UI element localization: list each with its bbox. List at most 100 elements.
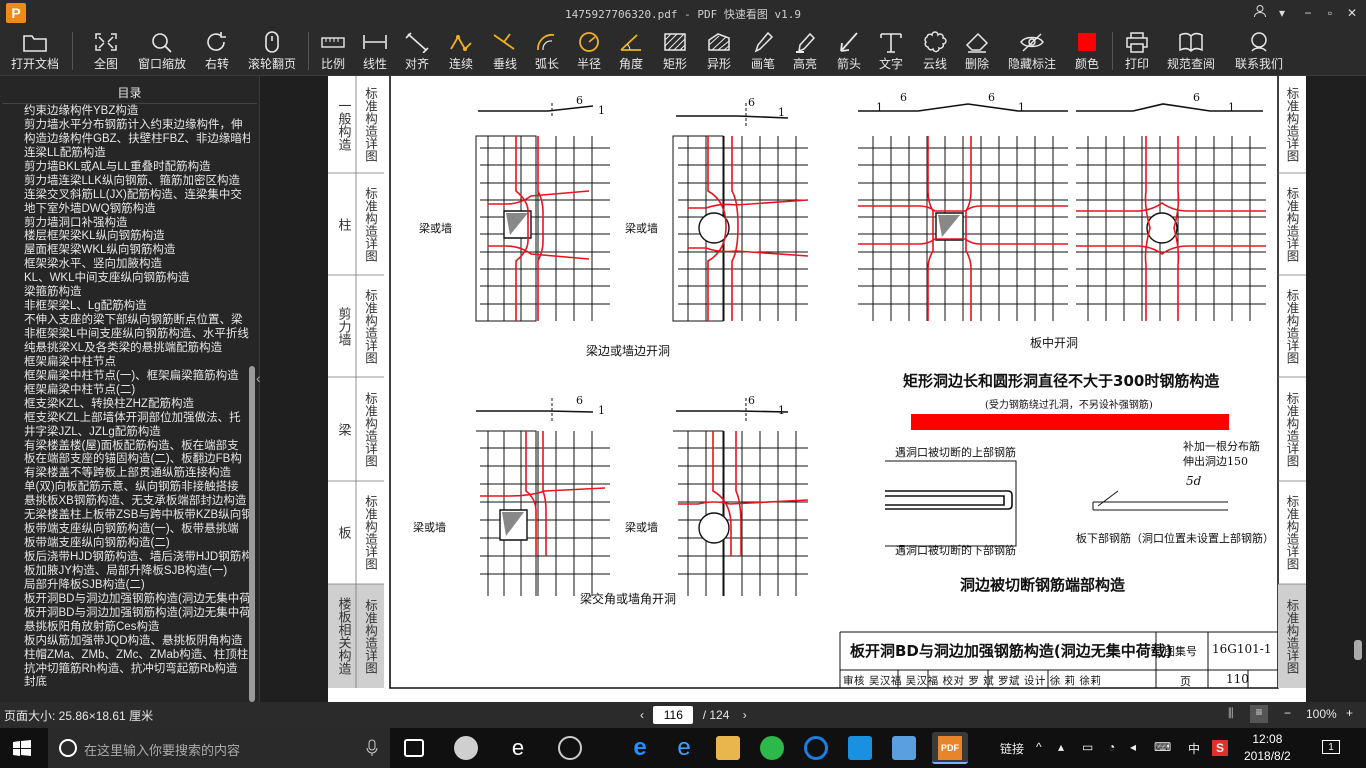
toc-item[interactable]: 井字梁JZL、JZLg配筋构造: [24, 425, 250, 439]
toc-item[interactable]: 悬挑板XB钢筋构造、无支承板端部封边构造: [24, 494, 250, 508]
arc-length-button[interactable]: 弧长: [530, 28, 564, 74]
toc-item[interactable]: 抗冲切箍筋Rh构造、抗冲切弯起筋Rb构造: [24, 662, 250, 676]
rotate-right-button[interactable]: 右转: [196, 28, 238, 74]
sogou-ime-icon[interactable]: S: [1212, 740, 1228, 756]
left-tab-main-label[interactable]: 楼板相关构造: [330, 584, 356, 688]
wifi-icon[interactable]: ◔: [1108, 740, 1115, 754]
browser-360-icon[interactable]: [760, 736, 784, 760]
restore-button[interactable]: ▫: [1320, 4, 1340, 22]
toc-item[interactable]: 局部升降板SJB构造(二): [24, 578, 250, 592]
toc-item[interactable]: 悬挑板阳角放射筋Ces构造: [24, 620, 250, 634]
toc-item[interactable]: 框架梁水平、竖向加腋构造: [24, 257, 250, 271]
edge-icon[interactable]: e: [628, 736, 652, 760]
toc-item[interactable]: 板带端支座纵向钢筋构造(一)、板带悬挑端: [24, 522, 250, 536]
left-tab-main-label[interactable]: 板: [330, 481, 356, 584]
zoom-out-icon[interactable]: −: [1284, 706, 1291, 720]
zoom-in-icon[interactable]: +: [1346, 706, 1353, 720]
toc-item[interactable]: 剪力墙BKL或AL与LL重叠时配筋构造: [24, 160, 250, 174]
toc-item[interactable]: 无梁楼盖柱上板带ZSB与跨中板带KZB纵向钢: [24, 508, 250, 522]
toc-item[interactable]: 不伸入支座的梁下部纵向钢筋断点位置、梁: [24, 313, 250, 327]
ie-edge-legacy-icon[interactable]: e: [506, 736, 530, 760]
user-icon[interactable]: [1250, 4, 1270, 22]
toc-item[interactable]: 板带端支座纵向钢筋构造(二): [24, 536, 250, 550]
toc-item[interactable]: 框支梁KZL上部墙体开洞部位加强做法、托: [24, 411, 250, 425]
action-center-icon[interactable]: 1: [1322, 740, 1340, 754]
toc-item[interactable]: 连梁交叉斜筋LL(JX)配筋构造、连梁集中交: [24, 188, 250, 202]
minimize-button[interactable]: −: [1298, 4, 1318, 22]
toc-item[interactable]: 连梁LL配筋构造: [24, 146, 250, 160]
delete-button[interactable]: 删除: [960, 28, 994, 74]
right-tab-label[interactable]: 标准构造详图: [1278, 173, 1306, 275]
toc-item[interactable]: 板开洞BD与洞边加强钢筋构造(洞边无集中荷: [24, 606, 250, 620]
toc-item[interactable]: 板在端部支座的锚固构造(二)、板翻边FB构: [24, 452, 250, 466]
highlight-button[interactable]: 高亮: [788, 28, 822, 74]
toc-item[interactable]: 板开洞BD与洞边加强钢筋构造(洞边无集中荷: [24, 592, 250, 606]
contact-us-button[interactable]: 联系我们: [1232, 28, 1286, 74]
keyboard-icon[interactable]: ⌨: [1154, 740, 1171, 754]
start-button[interactable]: [13, 740, 31, 756]
fit-all-button[interactable]: 全图: [86, 28, 126, 74]
volume-icon[interactable]: ◂: [1130, 740, 1136, 754]
single-page-view-icon[interactable]: ⫼: [1228, 706, 1234, 721]
toc-item[interactable]: 剪力墙连梁LLK纵向钢筋、箍筋加密区构造: [24, 174, 250, 188]
continuous-view-icon[interactable]: ≡: [1250, 705, 1268, 723]
toc-item[interactable]: 非框架梁L、Lg配筋构造: [24, 299, 250, 313]
toc-item[interactable]: 单(双)向板配筋示意、纵向钢筋非接触搭接: [24, 480, 250, 494]
next-page-icon[interactable]: ›: [743, 708, 747, 722]
prev-page-icon[interactable]: ‹: [640, 708, 644, 722]
toc-item[interactable]: 剪力墙洞口补强构造: [24, 216, 250, 230]
left-tab-main-label[interactable]: 一般构造: [330, 76, 356, 173]
rectangle-button[interactable]: 矩形: [658, 28, 692, 74]
toc-item[interactable]: 框架扁梁中柱节点: [24, 355, 250, 369]
toc-item[interactable]: 约束边缘构件YBZ构造: [24, 104, 250, 118]
page-number-input[interactable]: 116: [653, 706, 694, 724]
toc-item[interactable]: 有梁楼盖不等跨板上部贯通纵筋连接构造: [24, 466, 250, 480]
right-tab-label[interactable]: 标准构造详图: [1278, 481, 1306, 584]
open-document-button[interactable]: 打开文档: [6, 28, 64, 74]
align-measure-button[interactable]: 对齐: [400, 28, 434, 74]
right-tab-label[interactable]: 标准构造详图: [1278, 584, 1306, 688]
right-tab-label[interactable]: 标准构造详图: [1278, 275, 1306, 377]
angle-button[interactable]: 角度: [614, 28, 648, 74]
text-button[interactable]: 文字: [874, 28, 908, 74]
notification-bell-icon[interactable]: ▴: [1058, 740, 1064, 754]
window-zoom-button[interactable]: 窗口缩放: [134, 28, 190, 74]
document-viewer[interactable]: 一般构造 标准构造详图柱标准构造详图 剪力墙 标准构造详图梁标准构造详图板标准构造详图…: [261, 76, 1366, 702]
toc-item[interactable]: 剪力墙水平分布钢筋计入约束边缘构件，伸: [24, 118, 250, 132]
right-tab-label[interactable]: 标准构造详图: [1278, 76, 1306, 173]
pen-button[interactable]: 画笔: [746, 28, 780, 74]
arrow-button[interactable]: 箭头: [832, 28, 866, 74]
toc-item[interactable]: 非框架梁L中间支座纵向钢筋构造、水平折线: [24, 327, 250, 341]
toc-item[interactable]: 楼层框架梁KL纵向钢筋构造: [24, 229, 250, 243]
task-view-icon[interactable]: [404, 739, 424, 757]
print-button[interactable]: 打印: [1120, 28, 1154, 74]
toc-item[interactable]: 构造边缘构件GBZ、扶壁柱FBZ、非边缘暗柱: [24, 132, 250, 146]
link-label[interactable]: 链接: [1000, 740, 1024, 757]
pdf-viewer-taskbar-icon[interactable]: PDF: [932, 732, 968, 764]
left-tab-main-label[interactable]: 梁: [330, 377, 356, 481]
hide-annotation-button[interactable]: 隐藏标注: [1006, 28, 1058, 74]
toc-item[interactable]: 梁箍筋构造: [24, 285, 250, 299]
battery-icon[interactable]: ▭: [1082, 740, 1093, 754]
spec-lookup-button[interactable]: 规范查阅: [1164, 28, 1218, 74]
scale-button[interactable]: 比例: [316, 28, 350, 74]
toc-item[interactable]: 地下室外墙DWQ钢筋构造: [24, 202, 250, 216]
app-pinwheel-icon[interactable]: [454, 736, 478, 760]
wheel-paging-button[interactable]: 滚轮翻页: [244, 28, 300, 74]
sogou-browser-icon[interactable]: [804, 736, 828, 760]
polygon-button[interactable]: 异形: [702, 28, 736, 74]
toc-item[interactable]: KL、WKL中间支座纵向钢筋构造: [24, 271, 250, 285]
right-tab-label[interactable]: 标准构造详图: [1278, 377, 1306, 481]
left-tab-main-label[interactable]: 柱: [330, 173, 356, 275]
toc-item[interactable]: 有梁楼盖楼(屋)面板配筋构造、板在端部支: [24, 439, 250, 453]
toc-item[interactable]: 柱帽ZMa、ZMb、ZMc、ZMab构造、柱顶柱帽: [24, 648, 250, 662]
perpendicular-button[interactable]: 垂线: [488, 28, 522, 74]
toc-item[interactable]: 屋面框架梁WKL纵向钢筋构造: [24, 243, 250, 257]
app-spiral-icon[interactable]: [558, 736, 582, 760]
ime-indicator[interactable]: 中: [1188, 740, 1200, 757]
toc-item[interactable]: 板内纵筋加强带JQD构造、悬挑板阴角构造: [24, 634, 250, 648]
linear-measure-button[interactable]: 线性: [358, 28, 392, 74]
close-button[interactable]: ✕: [1342, 4, 1362, 22]
toc-item[interactable]: 板加腋JY构造、局部升降板SJB构造(一): [24, 564, 250, 578]
tray-chevron-icon[interactable]: ^: [1036, 740, 1042, 754]
